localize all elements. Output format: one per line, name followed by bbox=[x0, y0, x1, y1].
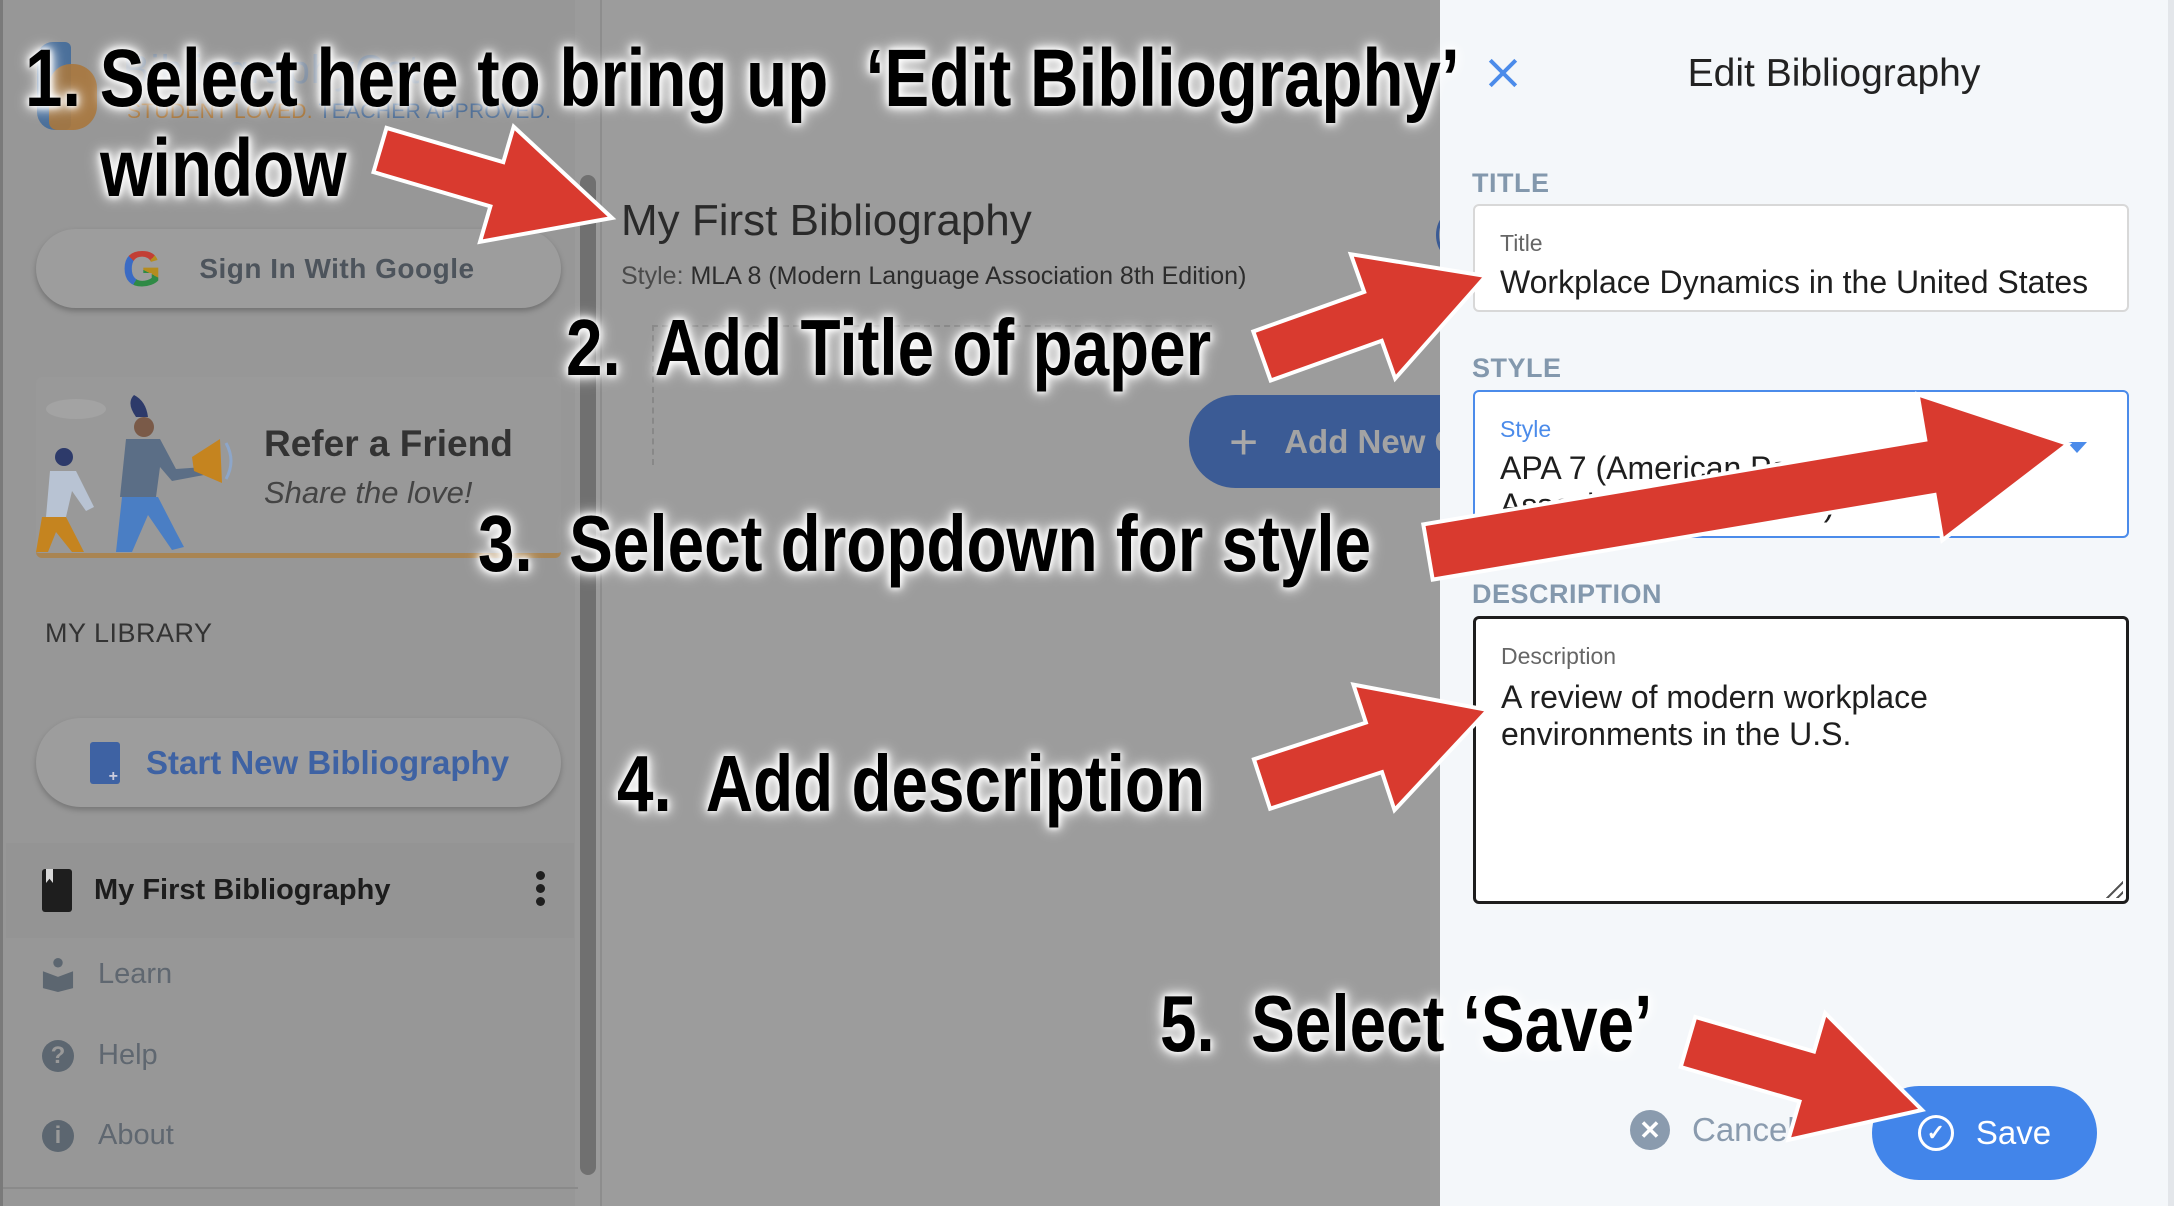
book-icon bbox=[42, 869, 72, 912]
bibliography-label: My First Bibliography bbox=[94, 874, 391, 906]
style-key: Style: bbox=[621, 262, 684, 290]
plus-icon: + bbox=[1229, 413, 1259, 470]
save-button[interactable]: ✓ Save bbox=[1872, 1086, 2097, 1180]
google-g-icon: G bbox=[122, 240, 162, 297]
annotation-step-5: 5. Select ‘Save’ bbox=[1160, 979, 1653, 1068]
title-section-label: TITLE bbox=[1472, 168, 1550, 198]
style-selected-value[interactable]: APA 7 (American Psychological Associatio… bbox=[1500, 450, 2040, 524]
about-label: About bbox=[98, 1119, 174, 1151]
learn-icon bbox=[42, 957, 74, 992]
save-label: Save bbox=[1975, 1114, 2052, 1151]
panel-title: Edit Bibliography bbox=[1687, 52, 1981, 95]
info-icon: i bbox=[42, 1119, 74, 1152]
description-textarea[interactable]: A review of modern workplace environment… bbox=[1501, 679, 2101, 753]
bookmark-add-icon bbox=[90, 741, 120, 786]
annotation-step-1-line-2: window bbox=[100, 123, 347, 214]
refer-subtitle: Share the love! bbox=[264, 475, 473, 510]
sign-in-with-google-button[interactable]: G Sign In With Google bbox=[36, 229, 561, 308]
refer-title: Refer a Friend bbox=[264, 423, 513, 464]
kebab-menu-icon[interactable] bbox=[536, 871, 546, 906]
cancel-button[interactable]: ✕ Cancel bbox=[1630, 1110, 1795, 1150]
style-field-label: Style bbox=[1500, 416, 1552, 442]
title-field[interactable]: Title Workplace Dynamics in the United S… bbox=[1473, 204, 2129, 312]
annotation-step-3: 3. Select dropdown for style bbox=[478, 499, 1372, 588]
style-section-label: STYLE bbox=[1472, 353, 1562, 383]
sidebar-item-about[interactable]: i About bbox=[42, 1119, 174, 1152]
start-new-bibliography-button[interactable]: Start New Bibliography bbox=[36, 718, 561, 807]
title-input[interactable]: Workplace Dynamics in the United States bbox=[1500, 264, 2100, 301]
sidebar-item-my-first-bibliography[interactable]: My First Bibliography bbox=[6, 843, 574, 938]
sidebar-divider bbox=[3, 1187, 578, 1189]
sidebar-item-learn[interactable]: Learn bbox=[42, 957, 173, 992]
start-new-label: Start New Bibliography bbox=[146, 743, 510, 781]
sign-in-label: Sign In With Google bbox=[199, 252, 475, 284]
sidebar-item-help[interactable]: ? Help bbox=[42, 1039, 158, 1072]
bibliography-style: Style: MLA 8 (Modern Language Associatio… bbox=[621, 262, 1246, 291]
description-field[interactable]: Description A review of modern workplace… bbox=[1473, 616, 2129, 904]
refer-friend-illustration-icon bbox=[36, 395, 233, 552]
help-icon: ? bbox=[42, 1039, 74, 1072]
check-circle-icon: ✓ bbox=[1917, 1115, 1954, 1151]
description-section-label: DESCRIPTION bbox=[1472, 579, 1663, 609]
dropdown-caret-icon[interactable] bbox=[2067, 442, 2087, 453]
annotation-step-4: 4. Add description bbox=[617, 739, 1206, 828]
style-select[interactable]: Style APA 7 (American Psychological Asso… bbox=[1473, 390, 2129, 538]
learn-label: Learn bbox=[98, 958, 173, 990]
bibliography-title[interactable]: My First Bibliography bbox=[621, 196, 1032, 246]
title-field-label: Title bbox=[1500, 230, 1543, 256]
annotation-step-2: 2. Add Title of paper bbox=[566, 303, 1212, 392]
cancel-label: Cancel bbox=[1692, 1111, 1795, 1148]
cancel-circle-icon: ✕ bbox=[1630, 1110, 1670, 1150]
my-library-heading: MY LIBRARY bbox=[45, 618, 213, 648]
style-value: MLA 8 (Modern Language Association 8th E… bbox=[690, 262, 1247, 290]
help-label: Help bbox=[98, 1039, 158, 1071]
resize-handle-icon[interactable] bbox=[2101, 876, 2123, 898]
description-field-label: Description bbox=[1501, 643, 1617, 669]
annotation-step-1: 1. Select here to bring up ‘Edit Bibliog… bbox=[25, 33, 1460, 124]
